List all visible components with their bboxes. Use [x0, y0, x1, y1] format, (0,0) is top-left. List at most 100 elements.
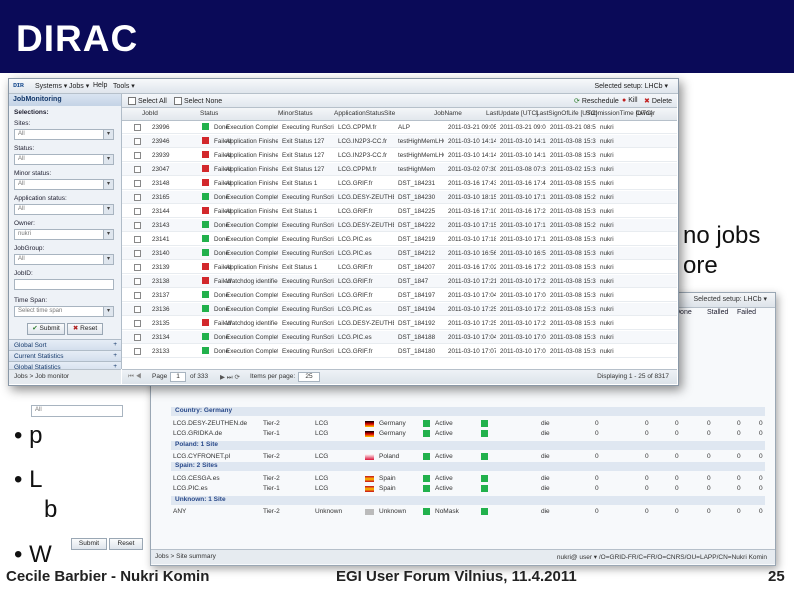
row-checkbox[interactable]	[134, 334, 141, 341]
row-checkbox[interactable]	[134, 306, 141, 313]
site-submit-button[interactable]: Submit	[71, 538, 107, 550]
row-checkbox[interactable]	[134, 166, 141, 173]
table-row[interactable]: 23144 Failed Application Finished Exit Stat…	[122, 205, 677, 218]
table-row[interactable]: 23165 Done Execution Complete Executing Run…	[122, 191, 677, 204]
table-row[interactable]: LCG.DESY-ZEUTHEN.de Tier-2 LCG Germany Activ…	[151, 419, 775, 429]
table-cell: 0	[645, 475, 649, 482]
table-cell: 23143	[152, 222, 170, 229]
table-row[interactable]: 23141 Done Execution Complete Executing Run…	[122, 233, 677, 246]
checkbox-icon	[174, 97, 182, 105]
table-cell: Execution Complete	[226, 292, 278, 299]
chevron-down-icon[interactable]: ▾	[103, 230, 113, 239]
column-header[interactable]: Owner	[636, 110, 655, 117]
panel-title: JobMonitoring	[13, 96, 62, 103]
table-row[interactable]: 23996 Done Execution Complete Executing Run…	[122, 121, 677, 134]
table-row[interactable]: 23133 Done Execution Complete Executing Run…	[122, 345, 677, 358]
site-user-info[interactable]: nukri@ user ▾ /O=GRID-FR/C=FR/O=CNRS/OU=…	[557, 553, 767, 561]
site-reset-button[interactable]: Reset	[109, 538, 143, 550]
table-row[interactable]: LCG.CYFRONET.pl Tier-2 LCG Poland Active die 0…	[151, 452, 775, 462]
time-span-select[interactable]: Select time span ▾	[14, 306, 114, 317]
table-row[interactable]: LCG.CESGA.es Tier-2 LCG Spain Active die 0 0 0 0 0…	[151, 474, 775, 484]
column-header[interactable]: ApplicationStatus	[334, 110, 384, 117]
menu-systems[interactable]: Systems ▾	[35, 82, 67, 90]
table-row[interactable]: 23137 Done Execution Complete Executing Run…	[122, 289, 677, 302]
setup-selector[interactable]: Selected setup: LHCb ▾	[693, 295, 767, 303]
table-row[interactable]: 23134 Done Execution Complete Executing Run…	[122, 331, 677, 344]
select-all-button[interactable]: Select All	[128, 97, 167, 105]
items-per-page-select[interactable]: 25	[298, 372, 320, 382]
menu-help[interactable]: Help	[93, 82, 107, 89]
group-header[interactable]: Country: Germany	[171, 407, 765, 416]
group-header[interactable]: Poland: 1 Site	[171, 441, 765, 450]
chevron-down-icon[interactable]: ▾	[103, 130, 113, 139]
column-header[interactable]: Stalled	[707, 309, 728, 316]
table-row[interactable]: 23135 Failed Watchdog identified Executing …	[122, 317, 677, 330]
table-row[interactable]: 23139 Failed Application Finished Exit Stat…	[122, 261, 677, 274]
reset-button[interactable]: ✖ Reset	[67, 323, 103, 335]
setup-selector[interactable]: Selected setup: LHCb ▾	[594, 82, 668, 90]
column-header[interactable]: Status	[200, 110, 218, 117]
row-checkbox[interactable]	[134, 138, 141, 145]
submit-button[interactable]: ✔ Submit	[27, 323, 65, 335]
row-checkbox[interactable]	[134, 222, 141, 229]
kill-button[interactable]: ● Kill	[622, 97, 638, 104]
chevron-down-icon[interactable]: ▾	[103, 255, 113, 264]
table-cell: 23047	[152, 166, 170, 173]
chevron-down-icon[interactable]: ▾	[103, 155, 113, 164]
menu-jobs[interactable]: Jobs ▾	[69, 82, 89, 90]
filter-select[interactable]: All ▾	[14, 154, 114, 165]
first-page-icon[interactable]: ⏮ ◀	[128, 373, 141, 381]
row-checkbox[interactable]	[134, 264, 141, 271]
table-row[interactable]: 23946 Failed Application Finished Exit Stat…	[122, 135, 677, 148]
reschedule-button[interactable]: ⟳ Reschedule	[574, 97, 619, 105]
table-row[interactable]: LCG.GRIDKA.de Tier-1 LCG Germany Active die 0 0…	[151, 429, 775, 439]
column-header[interactable]: Site	[384, 110, 395, 117]
row-checkbox[interactable]	[134, 348, 141, 355]
group-header[interactable]: Unknown: 1 Site	[171, 496, 765, 505]
row-checkbox[interactable]	[134, 180, 141, 187]
select-none-button[interactable]: Select None	[174, 97, 222, 105]
row-checkbox[interactable]	[134, 236, 141, 243]
table-cell: Executing RunScript	[282, 124, 334, 131]
next-page-icon[interactable]: ▶ ⏭ ⟳	[220, 373, 240, 382]
column-header[interactable]: Failed	[737, 309, 756, 316]
delete-button[interactable]: ✖ Delete	[644, 97, 672, 105]
row-checkbox[interactable]	[134, 320, 141, 327]
table-cell: Exit Status 127	[282, 138, 325, 145]
table-row[interactable]: 23136 Done Execution Complete Executing Run…	[122, 303, 677, 316]
group-header[interactable]: Spain: 2 Sites	[171, 462, 765, 471]
column-header[interactable]: JobId	[142, 110, 158, 117]
table-row[interactable]: 23143 Done Execution Complete Executing Run…	[122, 219, 677, 232]
site-filter-select[interactable]: All	[31, 405, 123, 417]
filter-select[interactable]	[14, 279, 114, 290]
menu-tools[interactable]: Tools ▾	[113, 82, 135, 90]
row-checkbox[interactable]	[134, 208, 141, 215]
column-header[interactable]: MinorStatus	[278, 110, 313, 117]
table-row[interactable]: 23148 Failed Application Finished Exit Stat…	[122, 177, 677, 190]
row-checkbox[interactable]	[134, 278, 141, 285]
column-header[interactable]: LastUpdate [UTC]	[486, 110, 538, 117]
page-input[interactable]: 1	[170, 372, 186, 382]
table-row[interactable]: 23140 Done Execution Complete Executing Run…	[122, 247, 677, 260]
filter-select[interactable]: All ▾	[14, 204, 114, 215]
table-row[interactable]: 23047 Failed Application Finished Exit Stat…	[122, 163, 677, 176]
table-row[interactable]: 23138 Failed Watchdog identified Executing …	[122, 275, 677, 288]
row-checkbox[interactable]	[134, 250, 141, 257]
column-header[interactable]: JobName	[434, 110, 462, 117]
table-row[interactable]: 23939 Failed Application Finished Exit Stat…	[122, 149, 677, 162]
chevron-down-icon[interactable]: ▾	[103, 180, 113, 189]
row-checkbox[interactable]	[134, 194, 141, 201]
table-row[interactable]: ANY Tier-2 Unknown Unknown NoMask die 0 0 0 0 0 0	[151, 507, 775, 517]
filter-select[interactable]: All ▾	[14, 254, 114, 265]
table-cell: testHighMem	[398, 166, 436, 173]
chevron-down-icon[interactable]: ▾	[103, 307, 113, 316]
filter-select[interactable]: All ▾	[14, 129, 114, 140]
table-cell: Germany	[379, 420, 406, 427]
row-checkbox[interactable]	[134, 124, 141, 131]
filter-select[interactable]: All ▾	[14, 179, 114, 190]
filter-select[interactable]: nukri ▾	[14, 229, 114, 240]
row-checkbox[interactable]	[134, 152, 141, 159]
table-row[interactable]: LCG.PIC.es Tier-1 LCG Spain Active die 0 0 0 0 0 0	[151, 484, 775, 494]
row-checkbox[interactable]	[134, 292, 141, 299]
chevron-down-icon[interactable]: ▾	[103, 205, 113, 214]
